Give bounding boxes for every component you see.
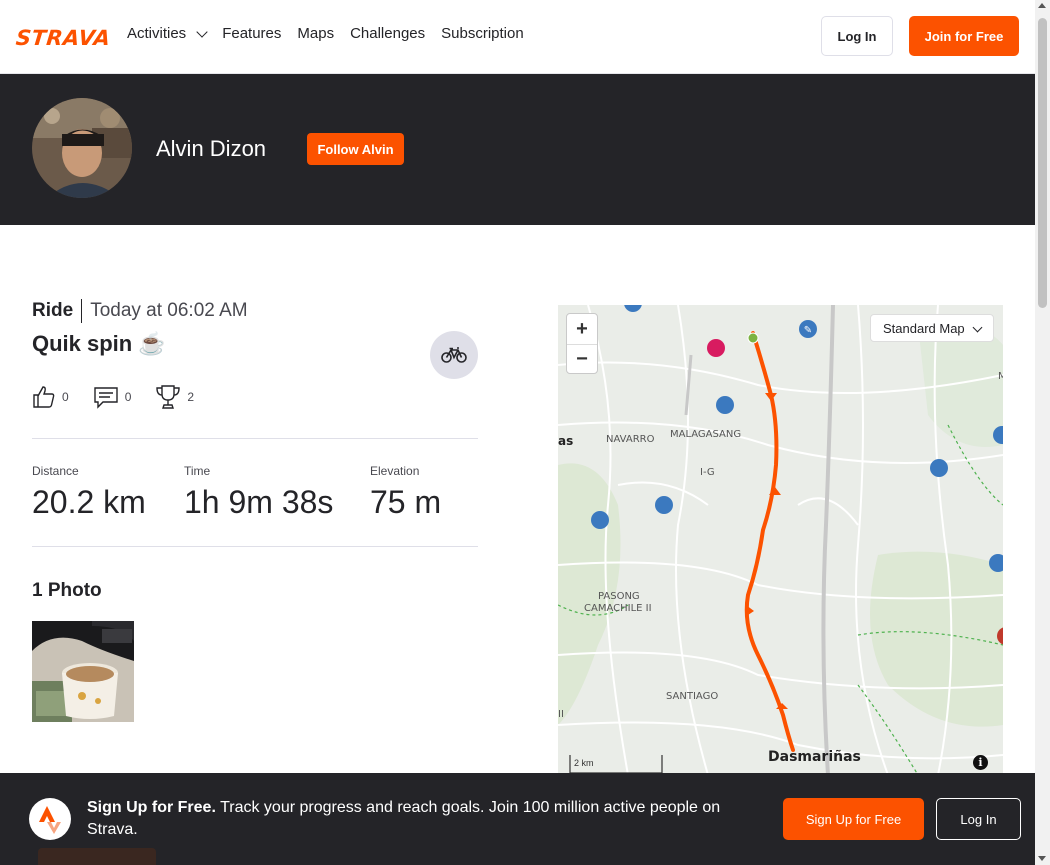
signup-headline: Sign Up for Free. xyxy=(87,799,216,816)
partially-hidden-element xyxy=(38,848,156,865)
svg-text:✎: ✎ xyxy=(804,325,812,336)
svg-text:SANTIAGO: SANTIAGO xyxy=(666,691,718,702)
info-icon[interactable]: i xyxy=(973,755,988,770)
svg-text:II: II xyxy=(558,709,564,720)
nav-item-label: Activities xyxy=(127,25,187,42)
stat-distance: Distance 20.2 km xyxy=(32,464,146,521)
bicycle-icon xyxy=(441,347,467,363)
svg-text:as: as xyxy=(558,434,573,448)
divider xyxy=(32,546,478,547)
stat-label: Elevation xyxy=(370,464,420,478)
map-style-select[interactable]: Standard Map xyxy=(870,314,994,342)
stat-elevation: Elevation 75 m xyxy=(370,464,441,521)
avatar[interactable] xyxy=(32,98,132,198)
svg-text:M: M xyxy=(998,371,1003,382)
scroll-thumb[interactable] xyxy=(1038,18,1047,308)
stat-value: 75 m xyxy=(370,484,442,520)
achievements-count: 2 xyxy=(187,390,195,404)
map-label: NAVARRO xyxy=(606,434,655,445)
achievements-button[interactable]: 2 xyxy=(155,384,194,410)
activity-photo[interactable] xyxy=(32,621,134,722)
nav-item-subscription[interactable]: Subscription xyxy=(441,25,524,42)
nav-item-activities[interactable]: Activities xyxy=(127,25,208,42)
activity-datetime: Today at 06:02 AM xyxy=(90,300,248,321)
strava-logo[interactable]: STRAVA xyxy=(15,26,112,50)
kudos-count: 0 xyxy=(62,390,69,404)
scroll-down-arrow-icon[interactable] xyxy=(1038,856,1046,861)
nav-item-label: Subscription xyxy=(441,25,524,42)
strava-logo-icon xyxy=(29,798,71,840)
signup-button[interactable]: Sign Up for Free xyxy=(783,798,924,840)
map-style-value: Standard Map xyxy=(883,320,965,336)
login-button[interactable]: Log In xyxy=(821,16,893,56)
stat-time: Time 1h 9m 38s xyxy=(184,464,333,521)
page-scrollbar[interactable] xyxy=(1035,0,1050,865)
follow-button[interactable]: Follow Alvin xyxy=(307,133,404,165)
svg-text:I-G: I-G xyxy=(700,467,715,478)
comment-icon xyxy=(93,387,118,409)
comments-button[interactable]: 0 xyxy=(93,385,132,409)
scroll-up-arrow-icon[interactable] xyxy=(1038,3,1046,8)
zoom-in-button[interactable]: + xyxy=(567,314,597,344)
thumbs-up-icon xyxy=(33,386,55,408)
trophy-icon xyxy=(156,385,181,409)
svg-text:Dasmariñas: Dasmariñas xyxy=(768,749,861,765)
svg-text:MALAGASANG: MALAGASANG xyxy=(670,429,741,440)
ride-type-badge xyxy=(430,331,478,379)
nav-item-label: Features xyxy=(222,25,282,42)
stat-label: Time xyxy=(184,464,211,478)
divider xyxy=(32,438,478,439)
map-scale-label: 2 km xyxy=(574,758,594,768)
kudos-button[interactable]: 0 xyxy=(32,385,69,409)
chevron-down-icon xyxy=(196,25,208,38)
nav-item-maps[interactable]: Maps xyxy=(297,25,334,42)
top-nav: STRAVA Activities Features Maps Challeng… xyxy=(0,0,1035,74)
activity-title: Quik spin ☕️ xyxy=(32,331,166,356)
activity-type: Ride xyxy=(32,299,83,323)
login-button-bottom[interactable]: Log In xyxy=(936,798,1021,840)
athlete-name[interactable]: Alvin Dizon xyxy=(156,136,266,162)
stat-value: 1h 9m 38s xyxy=(184,484,334,520)
chevron-down-icon xyxy=(972,322,983,333)
photos-heading: 1 Photo xyxy=(32,580,102,601)
nav-item-challenges[interactable]: Challenges xyxy=(350,25,425,42)
route-map[interactable]: ✎ NAVARRO MALAGASANG I-G PASONG CAMACHIL… xyxy=(558,305,1003,775)
social-stats: 0 0 2 xyxy=(32,384,194,410)
join-button[interactable]: Join for Free xyxy=(909,16,1019,56)
nav-item-label: Maps xyxy=(297,25,335,42)
stat-value: 20.2 km xyxy=(32,484,146,520)
map-zoom-control: + − xyxy=(566,313,598,374)
svg-text:CAMACHILE II: CAMACHILE II xyxy=(584,603,652,614)
nav-item-features[interactable]: Features xyxy=(222,25,281,42)
athlete-banner: Alvin Dizon Follow Alvin xyxy=(0,74,1035,225)
activity-header: Ride Today at 06:02 AM xyxy=(32,299,248,323)
svg-text:PASONG: PASONG xyxy=(598,591,640,602)
nav-item-label: Challenges xyxy=(350,25,426,42)
stat-label: Distance xyxy=(32,464,79,478)
nav-menu: Activities Features Maps Challenges Subs… xyxy=(127,25,524,42)
zoom-out-button[interactable]: − xyxy=(567,344,597,374)
signup-message: Sign Up for Free. Track your progress an… xyxy=(87,797,757,841)
comments-count: 0 xyxy=(124,390,132,404)
